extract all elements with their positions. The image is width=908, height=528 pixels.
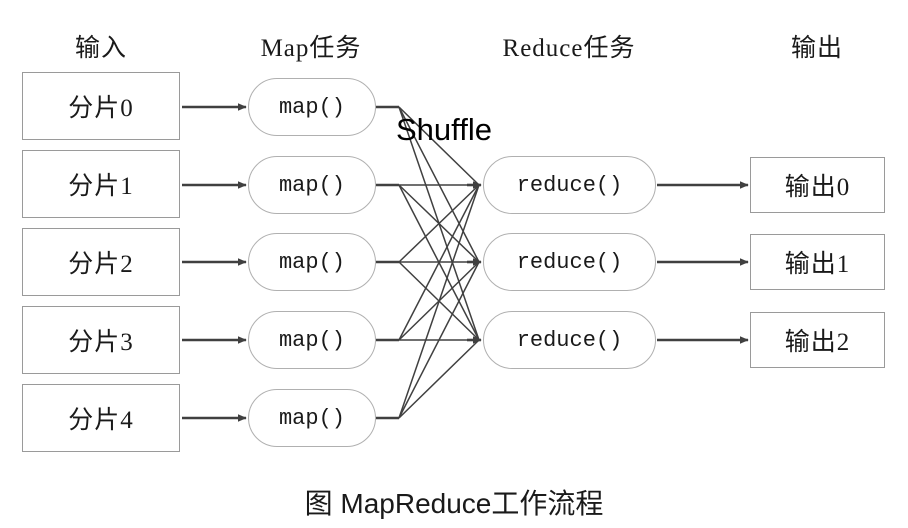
reduce-task-node-label: reduce() [516, 327, 623, 353]
map-task-node-2: map() [248, 233, 376, 291]
input-shard-node-3: 分片3 [22, 306, 180, 374]
input-shard-node-label: 分片2 [68, 251, 134, 278]
reduce-task-node-2: reduce() [483, 311, 656, 369]
reduce-task-node-1: reduce() [483, 233, 656, 291]
edge-shuffle-map4-reduce0 [398, 184, 480, 419]
input-shard-node-1: 分片1 [22, 150, 180, 218]
output-node-label: 输出0 [784, 174, 851, 201]
input-shard-node-label: 分片3 [68, 329, 134, 356]
edges-input-to-map [182, 103, 247, 422]
edges-reduce-to-output [657, 181, 749, 344]
output-node-2: 输出2 [750, 312, 885, 368]
input-shard-node-label: 分片0 [68, 95, 134, 122]
output-node-1: 输出1 [750, 234, 885, 290]
map-task-node-0: map() [248, 78, 376, 136]
mapreduce-workflow-diagram: 输入 Map任务 Reduce任务 输出 分片0 分片1 分片2 分片3 分片4 map… [0, 0, 908, 528]
input-shard-node-label: 分片1 [68, 173, 134, 200]
reduce-task-node-0: reduce() [483, 156, 656, 214]
input-shard-node-2: 分片2 [22, 228, 180, 296]
shuffle-label: Shuffle [396, 112, 492, 147]
edges-shuffle-arrowheads [467, 181, 482, 344]
output-node-label: 输出2 [784, 329, 851, 356]
map-task-node-4: map() [248, 389, 376, 447]
map-task-node-label: map() [278, 249, 345, 275]
reduce-task-node-label: reduce() [516, 172, 623, 198]
figure-caption: 图 MapReduce工作流程 [304, 488, 604, 519]
map-task-node-1: map() [248, 156, 376, 214]
output-node-label: 输出1 [784, 251, 851, 278]
reduce-task-node-label: reduce() [516, 249, 623, 275]
output-node-0: 输出0 [750, 157, 885, 213]
input-shard-node-label: 分片4 [68, 407, 134, 434]
map-task-node-label: map() [278, 327, 345, 353]
map-task-node-3: map() [248, 311, 376, 369]
input-shard-node-4: 分片4 [22, 384, 180, 452]
input-shard-node-0: 分片0 [22, 72, 180, 140]
edge-shuffle-map4-reduce2 [398, 339, 480, 419]
map-task-node-label: map() [278, 405, 345, 431]
map-task-node-label: map() [278, 172, 345, 198]
edges-map-output-stubs [376, 105, 399, 420]
map-task-node-label: map() [278, 94, 345, 120]
